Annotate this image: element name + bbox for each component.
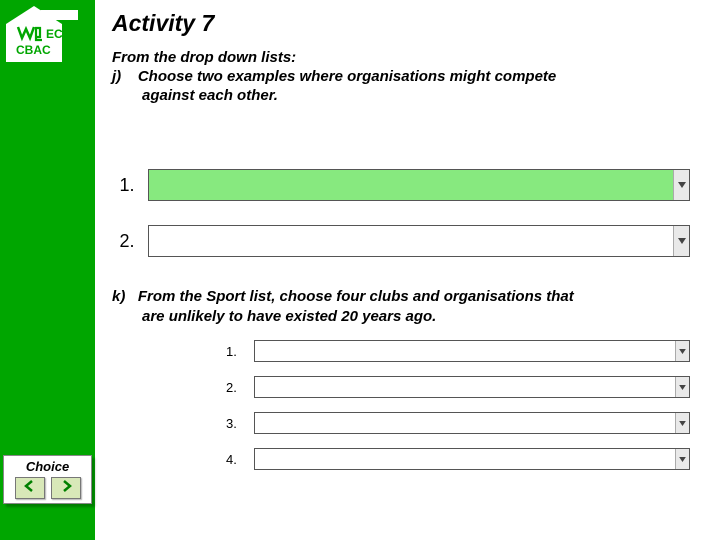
dropdown-number: 1. xyxy=(112,175,142,196)
dropdown-k3[interactable] xyxy=(254,412,690,434)
chevron-down-icon xyxy=(675,341,689,361)
nav-box: Choice xyxy=(3,455,92,504)
intro-line1: From the drop down lists: xyxy=(112,49,296,66)
k-letter: k) xyxy=(112,288,125,305)
chevron-down-icon xyxy=(673,226,689,256)
chevron-down-icon xyxy=(675,377,689,397)
dropdown-k2[interactable] xyxy=(254,376,690,398)
logo-sub-text: CBAC xyxy=(16,43,51,57)
next-button[interactable] xyxy=(51,477,81,499)
intro-letter-j: j) xyxy=(112,68,121,85)
arrow-left-icon xyxy=(23,479,37,498)
k-line2: are unlikely to have existed 20 years ag… xyxy=(112,307,700,327)
dropdown-row-k1: 1. xyxy=(226,340,700,362)
dropdown-row-k2: 2. xyxy=(226,376,700,398)
nav-label: Choice xyxy=(6,459,89,474)
page-title: Activity 7 xyxy=(112,10,700,37)
section-k-text: k) From the Sport list, choose four club… xyxy=(112,287,700,326)
dropdown-number: 4. xyxy=(226,452,248,467)
dropdown-j1[interactable] xyxy=(148,169,690,201)
dropdown-j2[interactable] xyxy=(148,225,690,257)
dropdown-number: 2. xyxy=(112,231,142,252)
k-line1: From the Sport list, choose four clubs a… xyxy=(138,288,574,305)
intro-line2: Choose two examples where organisations … xyxy=(138,68,556,85)
logo: EC CBAC xyxy=(6,6,88,62)
page-root: EC CBAC GCSE Leisure and Tourism Choice … xyxy=(0,0,720,540)
dropdown-k1[interactable] xyxy=(254,340,690,362)
intro-line3: against each other. xyxy=(112,87,278,104)
dropdown-row-k4: 4. xyxy=(226,448,700,470)
dropdown-number: 2. xyxy=(226,380,248,395)
dropdown-row-j2: 2. xyxy=(112,225,700,257)
chevron-down-icon xyxy=(675,449,689,469)
prev-button[interactable] xyxy=(15,477,45,499)
content-area: Activity 7 From the drop down lists: j) … xyxy=(108,10,700,484)
svg-text:EC: EC xyxy=(46,27,63,41)
dropdown-number: 3. xyxy=(226,416,248,431)
dropdown-k4[interactable] xyxy=(254,448,690,470)
dropdown-row-j1: 1. xyxy=(112,169,700,201)
chevron-down-icon xyxy=(675,413,689,433)
intro-text: From the drop down lists: j) Choose two … xyxy=(112,49,700,105)
dropdown-row-k3: 3. xyxy=(226,412,700,434)
arrow-right-icon xyxy=(59,479,73,498)
chevron-down-icon xyxy=(673,170,689,200)
nav-arrows xyxy=(6,477,89,499)
dropdown-number: 1. xyxy=(226,344,248,359)
